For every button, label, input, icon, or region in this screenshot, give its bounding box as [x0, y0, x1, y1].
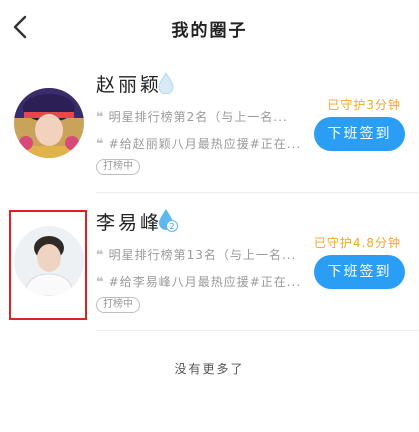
water-drop-icon: 2: [158, 208, 178, 232]
rank-info: ❝ 明星排行榜第13名（与上一名...: [96, 248, 297, 263]
circle-card[interactable]: 赵丽颖 ❝ 明星排行榜第2名（与上一名... ❝ #给赵丽颖八月最热应援#正在...…: [0, 56, 419, 194]
quote-icon: ❝: [96, 137, 105, 152]
quote-icon: ❝: [96, 248, 105, 263]
top-nav-bar: 我的圈子: [0, 0, 419, 56]
post-preview: ❝ #给李易峰八月最热应援#正在...: [96, 275, 302, 290]
guard-time: 已守护3分钟: [327, 98, 401, 112]
circle-name: 李易峰: [96, 212, 163, 234]
rank-info: ❝ 明星排行榜第2名（与上一名...: [96, 110, 288, 125]
post-preview: ❝ #给赵丽颖八月最热应援#正在...: [96, 137, 302, 152]
circle-name: 赵丽颖: [96, 74, 163, 96]
divider: [96, 192, 419, 193]
guard-time: 已守护4.8分钟: [313, 236, 401, 250]
avatar[interactable]: [14, 88, 84, 158]
checkin-button[interactable]: 下班签到: [314, 117, 405, 151]
status-badge: 打榜中: [96, 159, 140, 175]
selection-highlight-box: [9, 210, 87, 320]
water-drop-icon: [158, 72, 174, 95]
quote-icon: ❝: [96, 110, 105, 125]
quote-icon: ❝: [96, 275, 105, 290]
no-more-text: 没有更多了: [174, 362, 245, 376]
status-badge: 打榜中: [96, 297, 140, 313]
page-title: 我的圈子: [171, 21, 248, 41]
divider: [96, 330, 419, 331]
drop-level-badge: 2: [169, 222, 174, 231]
checkin-button[interactable]: 下班签到: [314, 255, 405, 289]
